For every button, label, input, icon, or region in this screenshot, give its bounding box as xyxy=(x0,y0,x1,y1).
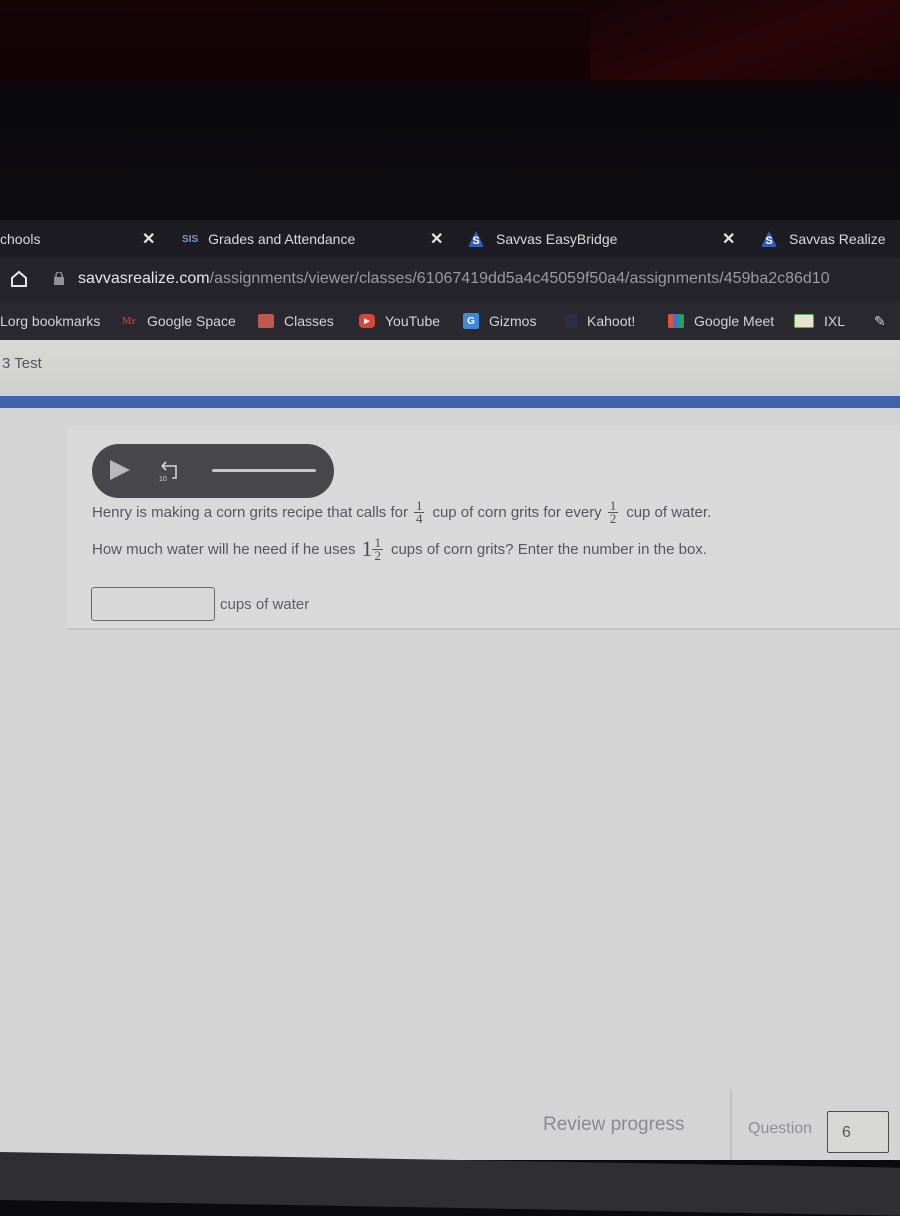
footer-divider xyxy=(730,1090,732,1160)
savvas-icon: S xyxy=(468,231,484,247)
url-domain: savvasrealize.com xyxy=(78,270,210,287)
browser-tab-bar: chools ✕ SIS Grades and Attendance ✕ S S… xyxy=(0,220,900,258)
mixed-number-whole: 1 xyxy=(361,536,373,561)
bookmark-label: Kahoot! xyxy=(587,313,636,329)
play-icon[interactable] xyxy=(110,460,130,480)
bookmark-gizmos[interactable]: G Gizmos xyxy=(463,302,536,340)
question-line-2: How much water will he need if he uses 1… xyxy=(92,536,707,562)
header-accent-band xyxy=(0,396,900,408)
tab-schools[interactable]: chools ✕ xyxy=(0,220,170,258)
review-progress-button[interactable]: Review progress xyxy=(543,1114,685,1136)
bookmark-classes[interactable]: Classes xyxy=(258,302,334,340)
close-icon[interactable]: ✕ xyxy=(142,229,155,249)
ixl-icon xyxy=(794,314,814,328)
question-text: Henry is making a corn grits recipe that… xyxy=(92,504,408,521)
url-field[interactable]: savvasrealize.com/assignments/viewer/cla… xyxy=(78,270,830,288)
bookmark-label: Gizmos xyxy=(489,313,537,329)
replay-10-icon[interactable]: 10 xyxy=(158,460,182,484)
tab-label: Savvas EasyBridge xyxy=(496,231,618,247)
savvas-icon: S xyxy=(761,231,777,247)
bookmark-label: Google Space xyxy=(147,313,236,329)
meet-icon xyxy=(668,314,684,328)
bookmark-label: YouTube xyxy=(385,313,441,329)
home-icon[interactable] xyxy=(10,270,28,288)
background-glow xyxy=(590,0,900,80)
bookmark-label: Classes xyxy=(284,313,334,329)
bookmark-google-space[interactable]: Mr Google Space xyxy=(121,302,236,340)
denominator: 2 xyxy=(609,511,617,526)
bookmark-label: Lorg bookmarks xyxy=(0,313,101,329)
tab-label: chools xyxy=(0,231,41,247)
question-label: Question xyxy=(748,1120,813,1137)
lock-icon[interactable] xyxy=(54,272,64,285)
bookmark-ixl[interactable]: IXL xyxy=(794,302,845,340)
question-line-1: Henry is making a corn grits recipe that… xyxy=(92,499,712,526)
question-text: cup of corn grits for every xyxy=(432,504,602,521)
screen-bezel-bottom xyxy=(0,1152,900,1216)
bookmark-kahoot[interactable]: Kahoot! xyxy=(565,302,635,340)
tab-savvas-easybridge[interactable]: S Savvas EasyBridge ✕ xyxy=(468,220,744,258)
address-bar: savvasrealize.com/assignments/viewer/cla… xyxy=(0,258,900,302)
youtube-icon: ▶ xyxy=(359,314,375,328)
fraction-one-fourth: 1 4 xyxy=(413,499,425,526)
gizmos-icon: G xyxy=(463,313,479,329)
bookmark-youtube[interactable]: ▶ YouTube xyxy=(359,302,440,340)
page-title: 3 Test xyxy=(2,355,42,372)
assignment-page: 3 Test 10 Henry is making a corn grits r… xyxy=(0,340,900,1160)
bookmark-label: IXL xyxy=(824,313,846,329)
question-text: How much water will he need if he uses xyxy=(92,540,356,558)
tab-label: Savvas Realize xyxy=(789,231,886,247)
close-icon[interactable]: ✕ xyxy=(430,229,443,249)
page-header: 3 Test xyxy=(0,340,900,396)
question-text: cups of corn grits? Enter the number in … xyxy=(390,540,707,558)
audio-player: 10 xyxy=(92,444,334,498)
close-icon[interactable]: ✕ xyxy=(722,229,735,249)
bookmark-google-meet[interactable]: Google Meet xyxy=(668,302,774,340)
denominator: 2 xyxy=(374,547,381,563)
answer-input[interactable] xyxy=(91,587,215,621)
question-number-select[interactable]: 6 xyxy=(827,1111,889,1153)
mixed-number-fraction: 1 2 xyxy=(372,536,383,563)
url-path: /assignments/viewer/classes/61067419dd5a… xyxy=(209,270,830,287)
tab-grades-attendance[interactable]: SIS Grades and Attendance ✕ xyxy=(182,220,450,258)
svg-text:10: 10 xyxy=(159,476,167,483)
fraction-one-half: 1 2 xyxy=(607,499,619,526)
question-text: cup of water. xyxy=(626,504,712,521)
kahoot-icon xyxy=(565,314,577,328)
bookmark-org-bookmarks[interactable]: Lorg bookmarks xyxy=(0,302,100,340)
tab-label: Grades and Attendance xyxy=(208,231,356,247)
bookmarks-bar: Lorg bookmarks Mr Google Space Classes ▶… xyxy=(0,302,900,340)
audio-progress-track[interactable] xyxy=(212,469,316,472)
pencil-icon[interactable]: ✎ xyxy=(874,302,886,340)
tab-savvas-realize[interactable]: S Savvas Realize xyxy=(761,220,900,258)
bookmark-label: Google Meet xyxy=(694,313,775,329)
classroom-icon xyxy=(258,314,274,328)
denominator: 4 xyxy=(415,511,423,526)
sis-icon: SIS xyxy=(182,233,199,245)
mr-icon: Mr xyxy=(122,315,136,327)
answer-unit-label: cups of water xyxy=(220,596,310,613)
